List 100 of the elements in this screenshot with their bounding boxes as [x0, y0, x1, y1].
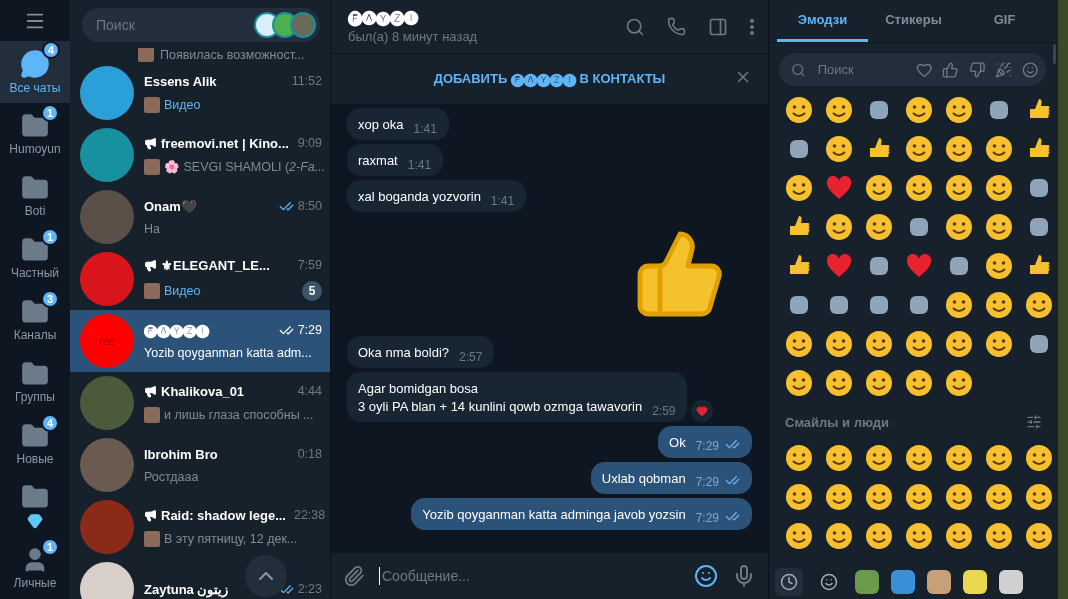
smiley-emoji-icon[interactable]: [905, 368, 933, 397]
recent-button[interactable]: [775, 568, 803, 596]
smiley-emoji-icon[interactable]: [865, 329, 893, 358]
smiley-emoji-icon[interactable]: [945, 368, 973, 397]
smiley-emoji-icon[interactable]: [945, 521, 973, 550]
folder-tab[interactable]: 3 Каналы: [0, 289, 70, 351]
smiley-emoji-icon[interactable]: [945, 329, 973, 358]
heart-emoji-icon[interactable]: [826, 253, 852, 278]
chat-item[interactable]: Ibrohim Bro 0:18 Ростдааа: [70, 434, 330, 496]
emoji-search-input[interactable]: Поиск: [815, 61, 906, 78]
smiley-emoji-icon[interactable]: [865, 521, 893, 550]
emoji-search-field[interactable]: Поиск: [779, 53, 1046, 86]
smiley-emoji-icon[interactable]: [825, 368, 853, 397]
smiley-emoji-icon[interactable]: [905, 443, 933, 472]
smiley-emoji-icon[interactable]: [1025, 482, 1053, 511]
smiley-emoji-icon[interactable]: [865, 368, 893, 397]
panel-tab[interactable]: Стикеры: [868, 0, 959, 42]
folder-tab[interactable]: 1 Личные: [0, 537, 70, 599]
smiley-emoji-icon[interactable]: [985, 212, 1013, 241]
smiley-emoji-icon[interactable]: [825, 443, 853, 472]
scroll-up-button[interactable]: [245, 555, 287, 597]
composer-bar[interactable]: Сообщение...: [331, 553, 768, 599]
heart-emoji-icon[interactable]: [826, 175, 852, 200]
smiley-emoji-icon[interactable]: [905, 95, 933, 124]
smiley-emoji-icon[interactable]: [865, 482, 893, 511]
scrollbar-thumb[interactable]: [1053, 44, 1056, 64]
smiley-emoji-icon[interactable]: [825, 134, 853, 163]
add-contact-link[interactable]: ДОБАВИТЬ 🅕🅐🅨🅩🅘 В КОНТАКТЫ: [433, 71, 666, 87]
smiley-emoji-icon[interactable]: [985, 173, 1013, 202]
chat-item[interactable]: Khalikova_01 4:44 и лишь глаза способны ...: [70, 372, 330, 434]
smiley-emoji-icon[interactable]: [985, 443, 1013, 472]
smiley-emoji-icon[interactable]: [945, 482, 973, 511]
smiley-emoji-icon[interactable]: [945, 212, 973, 241]
folder-tab[interactable]: Группы: [0, 351, 70, 413]
sticker-pack-icon[interactable]: [891, 570, 915, 594]
search-button[interactable]: [625, 16, 645, 37]
smiley-emoji-icon[interactable]: [825, 95, 853, 124]
emoji-button[interactable]: [694, 564, 718, 588]
smiley-emoji-icon[interactable]: [985, 134, 1013, 163]
sticker-pack-icon[interactable]: [963, 570, 987, 594]
panel-tab[interactable]: Эмодзи: [777, 0, 868, 42]
sticker-pack-icon[interactable]: [999, 570, 1023, 594]
account-avatar[interactable]: [290, 12, 316, 38]
call-button[interactable]: [667, 17, 686, 36]
smiley-emoji-icon[interactable]: [825, 212, 853, 241]
smiley-emoji-icon[interactable]: [785, 443, 813, 472]
smiley-emoji-icon[interactable]: [905, 173, 933, 202]
chat-item[interactable]: freemovi.net | Kino... 9:09 🌸 SEVGI SHAMOLI (2-Fa...: [70, 124, 330, 186]
chat-item[interactable]: red 🅕🅐🅨🅩🅘 7:29 Yozib qoyganman katta adm...: [70, 310, 330, 372]
smiley-emoji-icon[interactable]: [865, 443, 893, 472]
smiley-emoji-icon[interactable]: [985, 329, 1013, 358]
smiley-emoji-icon[interactable]: [945, 173, 973, 202]
smiley-emoji-icon[interactable]: [945, 95, 973, 124]
panel-tab[interactable]: GIF: [959, 0, 1050, 42]
smiley-emoji-icon[interactable]: [905, 329, 933, 358]
sticker-pack-icon[interactable]: [855, 570, 879, 594]
chat-title: 🅕🅐🅨🅩🅘: [348, 9, 420, 26]
smiley-emoji-icon[interactable]: [825, 329, 853, 358]
search-field[interactable]: Поиск: [82, 8, 320, 42]
smiley-emoji-icon[interactable]: [785, 482, 813, 511]
smiley-emoji-icon[interactable]: [785, 329, 813, 358]
smiley-emoji-icon[interactable]: [945, 290, 973, 319]
folder-tab[interactable]: 4 Новые: [0, 413, 70, 475]
smiley-emoji-icon[interactable]: [785, 95, 813, 124]
folder-tab[interactable]: Boti: [0, 165, 70, 227]
smiley-emoji-icon[interactable]: [785, 521, 813, 550]
folder-tab[interactable]: 1 Humoyun: [0, 103, 70, 165]
smiley-emoji-icon[interactable]: [865, 212, 893, 241]
smiley-emoji-icon[interactable]: [905, 521, 933, 550]
smiley-emoji-icon[interactable]: [1025, 443, 1053, 472]
chat-item[interactable]: ⚜ELEGANT_LE... 7:59 Видео 5: [70, 248, 330, 310]
folder-tab[interactable]: 4 Все чаты: [0, 41, 70, 103]
smiley-emoji-icon[interactable]: [985, 251, 1013, 280]
chat-item[interactable]: Raid: shadow lege... 22:38 В эту пятницу, 12 дек...: [70, 496, 330, 558]
message-input[interactable]: Сообщение...: [379, 567, 680, 585]
heart-emoji-icon[interactable]: [906, 253, 932, 278]
chat-item[interactable]: Essens Alik 11:52 Видео: [70, 62, 330, 124]
smiley-emoji-icon[interactable]: [945, 443, 973, 472]
heart-reaction[interactable]: [691, 400, 714, 422]
chat-time: 7:59: [297, 258, 322, 272]
smiley-emoji-icon[interactable]: [985, 482, 1013, 511]
chat-item[interactable]: Onam🖤 8:50 На: [70, 186, 330, 248]
smiley-emoji-icon[interactable]: [945, 134, 973, 163]
smiley-emoji-icon[interactable]: [985, 290, 1013, 319]
smiley-emoji-icon[interactable]: [1025, 290, 1053, 319]
attach-button[interactable]: [343, 565, 365, 587]
smiley-emoji-icon[interactable]: [785, 173, 813, 202]
folder-tab[interactable]: 1 Частный: [0, 227, 70, 289]
smiley-emoji-icon[interactable]: [785, 368, 813, 397]
smiley-emoji-icon[interactable]: [865, 173, 893, 202]
smiley-emoji-icon[interactable]: [825, 521, 853, 550]
smiley-emoji-icon[interactable]: [905, 482, 933, 511]
side-panel-button[interactable]: [708, 16, 728, 37]
sticker-pack-icon[interactable]: [927, 570, 951, 594]
more-button[interactable]: [750, 18, 754, 35]
smiley-emoji-icon[interactable]: [1025, 521, 1053, 550]
search-input[interactable]: Поиск: [94, 16, 254, 34]
smiley-emoji-icon[interactable]: [905, 134, 933, 163]
smiley-emoji-icon[interactable]: [985, 521, 1013, 550]
smiley-emoji-icon[interactable]: [825, 482, 853, 511]
